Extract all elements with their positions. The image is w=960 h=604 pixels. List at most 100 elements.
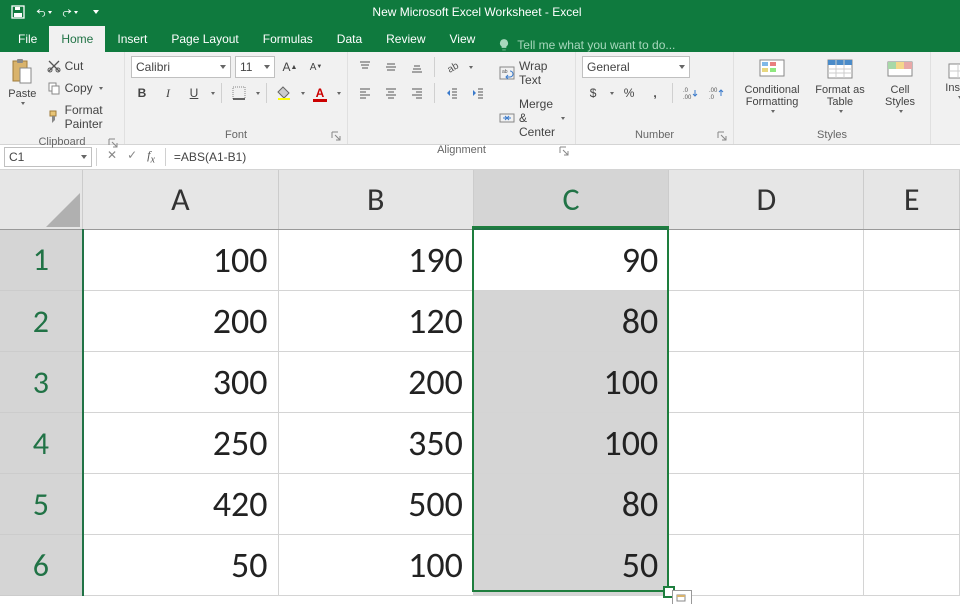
tell-me-search[interactable]: Tell me what you want to do...	[497, 38, 675, 52]
fill-color-button[interactable]	[273, 82, 295, 104]
cell-B2[interactable]: 120	[278, 291, 473, 352]
row-header-5[interactable]: 5	[0, 474, 83, 535]
qat-customize-icon[interactable]	[88, 4, 104, 20]
tab-page-layout[interactable]: Page Layout	[159, 26, 250, 52]
increase-indent-button[interactable]	[467, 82, 489, 104]
cell-C6[interactable]: 50	[473, 535, 668, 596]
underline-button[interactable]: U	[183, 82, 205, 104]
cell-A6[interactable]: 50	[83, 535, 278, 596]
cell-B5[interactable]: 500	[278, 474, 473, 535]
comma-format-button[interactable]: ,	[644, 82, 666, 104]
paste-button[interactable]: Paste	[6, 56, 39, 107]
dialog-launcher-icon[interactable]	[331, 131, 341, 141]
tab-review[interactable]: Review	[374, 26, 437, 52]
align-right-button[interactable]	[406, 82, 428, 104]
cell-A1[interactable]: 100	[83, 229, 278, 291]
svg-text:ab: ab	[502, 69, 508, 75]
font-name-combo[interactable]: Calibri	[131, 56, 231, 78]
align-left-button[interactable]	[354, 82, 376, 104]
col-header-B[interactable]: B	[278, 170, 473, 229]
font-color-button[interactable]: A	[309, 82, 331, 104]
cell-B3[interactable]: 200	[278, 352, 473, 413]
save-icon[interactable]	[10, 4, 26, 20]
cell-C1[interactable]: 90	[473, 229, 668, 291]
cell-D5[interactable]	[669, 474, 864, 535]
col-header-D[interactable]: D	[669, 170, 864, 229]
cell-E6[interactable]	[864, 535, 960, 596]
percent-format-button[interactable]: %	[618, 82, 640, 104]
cell-A3[interactable]: 300	[83, 352, 278, 413]
italic-button[interactable]: I	[157, 82, 179, 104]
tab-home[interactable]: Home	[49, 26, 105, 52]
enter-formula-icon[interactable]: ✓	[127, 148, 137, 165]
row-header-4[interactable]: 4	[0, 413, 83, 474]
decrease-decimal-button[interactable]: .00.0	[705, 82, 727, 104]
conditional-formatting-button[interactable]: Conditional Formatting	[740, 56, 804, 115]
merge-center-button[interactable]: Merge & Center	[495, 94, 569, 142]
autofill-options-button[interactable]	[672, 590, 692, 604]
select-all-corner[interactable]	[0, 170, 83, 229]
col-header-A[interactable]: A	[83, 170, 278, 229]
dialog-launcher-icon[interactable]	[108, 138, 118, 148]
align-middle-button[interactable]	[380, 56, 402, 78]
wrap-text-button[interactable]: abWrap Text	[495, 56, 569, 90]
copy-label: Copy	[65, 81, 93, 95]
tab-view[interactable]: View	[438, 26, 488, 52]
cell-E2[interactable]	[864, 291, 960, 352]
row-header-1[interactable]: 1	[0, 229, 83, 291]
cell-D2[interactable]	[669, 291, 864, 352]
cell-D3[interactable]	[669, 352, 864, 413]
copy-button[interactable]: Copy	[43, 78, 118, 98]
increase-font-button[interactable]: A▲	[279, 56, 301, 78]
align-center-button[interactable]	[380, 82, 402, 104]
borders-button[interactable]	[228, 82, 250, 104]
cell-A2[interactable]: 200	[83, 291, 278, 352]
paste-label: Paste	[8, 88, 36, 100]
cell-A5[interactable]: 420	[83, 474, 278, 535]
format-painter-button[interactable]: Format Painter	[43, 100, 118, 134]
align-top-button[interactable]	[354, 56, 376, 78]
tab-file[interactable]: File	[6, 26, 49, 52]
cell-B1[interactable]: 190	[278, 229, 473, 291]
dialog-launcher-icon[interactable]	[717, 131, 727, 141]
cell-styles-button[interactable]: Cell Styles	[876, 56, 924, 115]
cell-C2[interactable]: 80	[473, 291, 668, 352]
tab-insert[interactable]: Insert	[105, 26, 159, 52]
cell-E3[interactable]	[864, 352, 960, 413]
format-as-table-button[interactable]: Format as Table	[808, 56, 872, 115]
col-header-C[interactable]: C	[473, 170, 668, 229]
align-bottom-button[interactable]	[406, 56, 428, 78]
decrease-indent-button[interactable]	[441, 82, 463, 104]
accounting-format-button[interactable]: $	[582, 82, 604, 104]
cell-C4[interactable]: 100	[473, 413, 668, 474]
cell-B4[interactable]: 350	[278, 413, 473, 474]
cell-E1[interactable]	[864, 229, 960, 291]
cell-C5[interactable]: 80	[473, 474, 668, 535]
cell-D4[interactable]	[669, 413, 864, 474]
cell-B6[interactable]: 100	[278, 535, 473, 596]
fx-icon[interactable]: fx	[147, 148, 155, 165]
cell-E5[interactable]	[864, 474, 960, 535]
cell-C3[interactable]: 100	[473, 352, 668, 413]
cut-button[interactable]: Cut	[43, 56, 118, 76]
col-header-E[interactable]: E	[864, 170, 960, 229]
row-header-6[interactable]: 6	[0, 535, 83, 596]
row-header-3[interactable]: 3	[0, 352, 83, 413]
tab-formulas[interactable]: Formulas	[251, 26, 325, 52]
decrease-font-button[interactable]: A▼	[305, 56, 327, 78]
tab-data[interactable]: Data	[325, 26, 374, 52]
redo-icon[interactable]	[62, 4, 78, 20]
dialog-launcher-icon[interactable]	[559, 146, 569, 156]
undo-icon[interactable]	[36, 4, 52, 20]
row-header-2[interactable]: 2	[0, 291, 83, 352]
orientation-button[interactable]: ab	[441, 56, 463, 78]
font-size-combo[interactable]: 11	[235, 56, 275, 78]
cell-A4[interactable]: 250	[83, 413, 278, 474]
cell-D1[interactable]	[669, 229, 864, 291]
insert-cells-button[interactable]: Insert	[937, 56, 960, 101]
number-format-combo[interactable]: General	[582, 56, 690, 78]
cell-D6[interactable]	[669, 535, 864, 596]
bold-button[interactable]: B	[131, 82, 153, 104]
increase-decimal-button[interactable]: .0.00	[679, 82, 701, 104]
cell-E4[interactable]	[864, 413, 960, 474]
